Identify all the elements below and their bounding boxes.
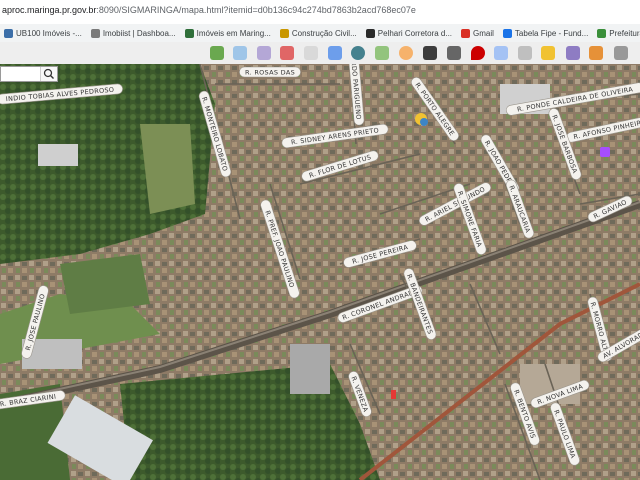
parking-lot (290, 344, 330, 394)
bookmark-item[interactable]: Pelhari Corretora d... (362, 24, 457, 42)
fipe-icon (502, 28, 512, 38)
select-icon[interactable] (566, 46, 580, 60)
building-icon (90, 28, 100, 38)
map-canvas[interactable]: INDIO TOBIAS ALVES PEDROSOR. ROSAS DASR.… (0, 64, 640, 480)
compass-icon[interactable] (589, 46, 603, 60)
bookmark-label: Imobiist | Dashboa... (102, 28, 176, 38)
map-toolbar (0, 42, 640, 65)
bookmark-item[interactable]: Gmail (457, 24, 499, 42)
city-hall-icon (597, 28, 607, 38)
draw-icon[interactable] (494, 46, 508, 60)
globe-icon (365, 28, 375, 38)
bookmark-label: Prefeitura Municip... (609, 28, 640, 38)
table-icon[interactable] (304, 46, 318, 60)
bookmark-label: Imóveis em Maring... (196, 28, 271, 38)
bookmark-map-icon[interactable] (375, 46, 389, 60)
satellite-map[interactable]: INDIO TOBIAS ALVES PEDROSO R. ROSAS DAS R.… (0, 64, 640, 480)
bookmark-label: Pelhari Corretora d... (377, 28, 453, 38)
map-search-input[interactable] (3, 71, 41, 83)
bookmark-label: UB100 Imóveis -... (16, 28, 82, 38)
help-icon[interactable] (614, 46, 628, 60)
url-text[interactable]: aproc.maringa.pr.gov.br:8090/SIGMARINGA/… (2, 5, 416, 15)
tools-icon[interactable] (257, 46, 271, 60)
bookmark-item[interactable]: Imobiist | Dashboa... (87, 24, 181, 42)
house-icon (4, 28, 13, 38)
measure-icon[interactable] (399, 46, 413, 60)
crane-icon (279, 28, 289, 38)
location-pin[interactable] (391, 390, 396, 399)
legend-icon[interactable] (280, 46, 294, 60)
poi-marker[interactable] (600, 147, 610, 157)
globe-icon[interactable] (351, 46, 365, 60)
map-search-box[interactable] (0, 66, 58, 83)
basemap-icon[interactable] (233, 46, 247, 60)
print-icon[interactable] (328, 46, 342, 60)
bookmark-item[interactable]: UB100 Imóveis -... (0, 24, 87, 42)
bookmark-item[interactable]: Construção Civil... (276, 24, 362, 42)
address-bar[interactable]: aproc.maringa.pr.gov.br:8090/SIGMARINGA/… (0, 0, 640, 25)
ruler-icon[interactable] (541, 46, 555, 60)
bookmark-label: Construção Civil... (291, 28, 357, 38)
bookmark-label: Tabela Fipe - Fund... (514, 28, 589, 38)
url-host: aproc.maringa.pr.gov.br (2, 5, 97, 15)
edit-icon[interactable] (518, 46, 532, 60)
gmail-icon (461, 28, 471, 38)
url-path: :8090/SIGMARINGA/mapa.html?itemid=d0b136… (96, 5, 416, 15)
bookmark-item[interactable]: Imóveis em Maring... (181, 24, 276, 42)
bookmark-item[interactable]: Tabela Fipe - Fund... (499, 24, 593, 42)
share-icon[interactable] (447, 46, 461, 60)
search-icon (43, 68, 54, 79)
layers-icon[interactable] (210, 46, 224, 60)
locate-icon[interactable] (471, 46, 485, 60)
bookmarks-bar: UB100 Imóveis -... Imobiist | Dashboa... I… (0, 24, 640, 43)
search-button[interactable] (40, 67, 57, 81)
street-label-text: R. ROSAS DAS (245, 68, 295, 76)
bookmark-label: Gmail (473, 28, 494, 38)
green-area-mid (60, 254, 150, 314)
cloud-icon[interactable] (423, 46, 437, 60)
globe-icon (184, 28, 194, 38)
bookmark-item[interactable]: Prefeitura Municip... (593, 24, 640, 42)
building-north (38, 144, 78, 166)
street-label: R. ROSAS DAS (239, 66, 301, 78)
